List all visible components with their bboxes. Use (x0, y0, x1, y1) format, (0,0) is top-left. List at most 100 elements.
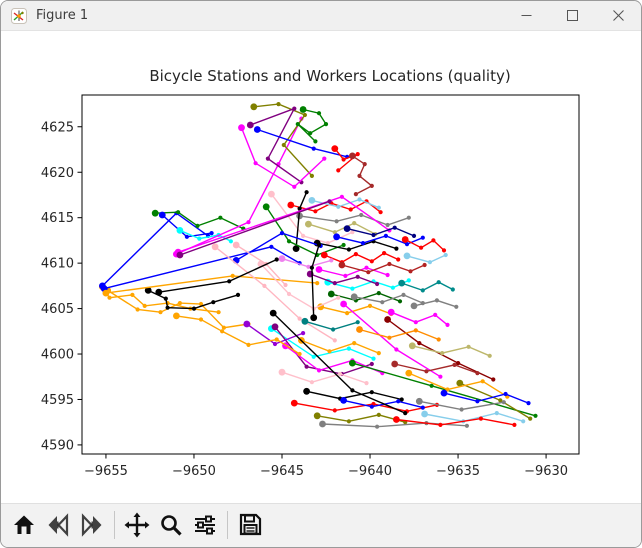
home-button[interactable] (9, 509, 39, 541)
back-arrow-icon (48, 512, 69, 537)
station-point (387, 308, 395, 316)
station-point (246, 121, 254, 129)
worker-point (443, 252, 448, 258)
worker-point (221, 325, 226, 330)
worker-point (357, 173, 362, 178)
route-line (304, 320, 358, 331)
route-line (352, 362, 536, 417)
worker-point (135, 307, 140, 312)
worker-point (406, 278, 411, 283)
series-group (99, 102, 538, 429)
station-point (350, 293, 358, 301)
station-point (340, 397, 347, 404)
worker-point (304, 190, 309, 195)
maximize-button[interactable] (549, 1, 595, 31)
worker-point (364, 381, 369, 386)
station-point (268, 190, 275, 198)
pan-button[interactable] (122, 509, 152, 541)
toolbar-separator (227, 510, 228, 539)
station-point (349, 359, 356, 367)
plot-area[interactable] (81, 94, 580, 455)
worker-point (512, 422, 517, 427)
worker-point (440, 351, 445, 356)
worker-point (387, 335, 392, 340)
worker-point (478, 416, 483, 421)
route-line (401, 281, 454, 292)
station-point (158, 211, 166, 219)
save-button[interactable] (235, 509, 265, 541)
worker-point (521, 419, 526, 424)
close-button[interactable] (595, 1, 641, 31)
back-button[interactable] (43, 509, 73, 541)
x-tick-label: −9655 (84, 464, 128, 479)
worker-point (369, 361, 374, 367)
worker-point (246, 342, 251, 347)
route-line (404, 238, 445, 251)
worker-point (309, 173, 314, 178)
app-icon[interactable] (10, 7, 28, 25)
worker-point (403, 411, 408, 416)
worker-point (464, 423, 469, 428)
station-point (338, 261, 346, 269)
worker-point (450, 287, 455, 292)
worker-point (315, 281, 320, 286)
configure-subplots-button[interactable] (190, 509, 220, 541)
y-tick-label: 4610 (41, 257, 74, 272)
station-point (398, 279, 406, 287)
worker-point (297, 351, 302, 357)
maximize-icon (566, 10, 578, 21)
sliders-icon (195, 515, 215, 534)
worker-point (383, 233, 388, 238)
worker-point (411, 233, 417, 238)
route-line (320, 305, 392, 315)
worker-point (378, 210, 383, 215)
toolbar-separator (114, 510, 115, 539)
station-point (410, 302, 418, 310)
worker-point (338, 371, 343, 377)
forward-arrow-icon (81, 512, 102, 537)
worker-point (487, 353, 492, 358)
worker-point (480, 379, 485, 384)
worker-point (454, 304, 459, 309)
y-axis-ticks: 4625 4620 4615 4610 4605 4600 4595 4590 (41, 120, 82, 453)
worker-point (228, 239, 233, 244)
chart-svg[interactable]: Bicycle Stations and Workers Locations (… (1, 31, 642, 503)
route-line (281, 257, 332, 268)
zoom-button[interactable] (156, 509, 186, 541)
worker-point (376, 412, 381, 417)
route-line (250, 107, 302, 183)
forward-button[interactable] (77, 509, 107, 541)
route-line (387, 318, 494, 381)
worker-point (336, 204, 341, 209)
worker-point (459, 407, 464, 412)
station-point (333, 233, 340, 241)
worker-point (406, 215, 411, 220)
worker-point (376, 205, 381, 210)
worker-point (376, 351, 381, 356)
worker-point (220, 329, 225, 334)
worker-point (301, 331, 306, 336)
worker-point (359, 212, 364, 218)
worker-point (306, 264, 311, 269)
figure-canvas[interactable]: Bicycle Stations and Workers Locations (… (1, 31, 642, 503)
worker-point (436, 337, 441, 342)
worker-point (327, 199, 332, 204)
worker-point (433, 312, 438, 317)
minimize-button[interactable] (503, 1, 549, 31)
station-point (331, 145, 339, 152)
worker-point (341, 242, 346, 248)
worker-point (297, 316, 302, 321)
chart-title: Bicycle Stations and Workers Locations (… (149, 67, 510, 85)
worker-point (427, 260, 432, 265)
y-tick-label: 4625 (41, 120, 74, 135)
worker-point (392, 225, 397, 230)
worker-point (369, 404, 374, 409)
worker-point (438, 374, 443, 379)
worker-point (332, 408, 337, 413)
station-point (299, 106, 307, 113)
station-point (408, 342, 416, 350)
worker-point (419, 245, 424, 250)
y-tick-label: 4605 (41, 302, 74, 317)
station-point (253, 126, 261, 133)
worker-point (253, 161, 258, 166)
